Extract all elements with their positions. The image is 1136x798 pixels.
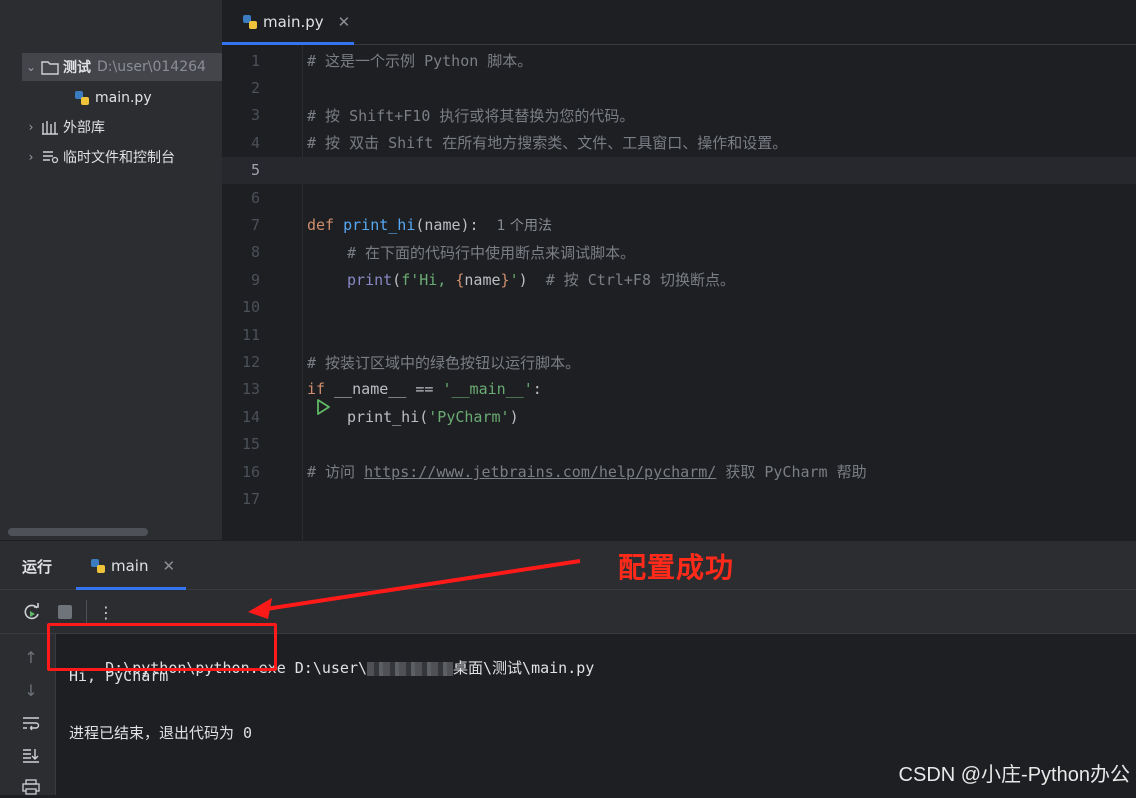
code-text: if __name__ == '__main__': [307, 380, 542, 399]
close-icon[interactable]: ✕ [338, 13, 351, 31]
tree-external-libs-label: 外部库 [63, 120, 105, 136]
tree-file-label: main.py [95, 90, 152, 106]
scroll-to-end-icon[interactable] [20, 744, 42, 766]
code-text: # 按 Shift+F10 执行或将其替换为您的代码。 [307, 106, 635, 125]
scratches-icon [40, 148, 60, 166]
line-number: 7 [250, 216, 260, 235]
code-line[interactable]: 10 [222, 294, 1136, 321]
line-number: 11 [241, 325, 260, 344]
tree-item-root[interactable]: ⌄ 测试 D:\user\014264 [22, 53, 222, 81]
run-tab-label: main [111, 556, 149, 575]
code-line[interactable]: 16 # 访问 https://www.jetbrains.com/help/p… [222, 458, 1136, 485]
tree-item-scratches[interactable]: › 临时文件和控制台 [22, 143, 175, 171]
code-line[interactable]: 13 if __name__ == '__main__': [222, 376, 1136, 416]
code-line[interactable]: 6 [222, 184, 1136, 211]
code-line[interactable]: 8 # 在下面的代码行中使用断点来调试脚本。 [222, 239, 1136, 266]
line-number: 3 [250, 106, 260, 125]
code-text: # 访问 https://www.jetbrains.com/help/pych… [307, 463, 867, 482]
python-file-icon [72, 89, 92, 107]
line-number: 12 [241, 353, 260, 372]
code-line[interactable]: 1 # 这是一个示例 Python 脚本。 [222, 47, 1136, 74]
code-line[interactable]: 14 print_hi('PyCharm') [222, 403, 1136, 430]
code-line[interactable]: 17 [222, 485, 1136, 512]
help-link[interactable]: https://www.jetbrains.com/help/pycharm/ [364, 463, 716, 481]
toolbar-divider [86, 600, 87, 624]
close-icon[interactable]: ✕ [162, 557, 175, 575]
usage-hint[interactable]: 1 个用法 [497, 218, 552, 234]
blurred-username [367, 661, 454, 676]
line-number: 14 [241, 407, 260, 426]
code-editor[interactable]: 1 # 这是一个示例 Python 脚本。 2 3 # 按 Shift+F10 … [222, 45, 1136, 540]
project-panel: ⌄ 测试 D:\user\014264 main.py › 外部库 › 临时文件… [0, 0, 222, 540]
annotation-label: 配置成功 [618, 551, 735, 584]
tree-root-label: 测试 [63, 60, 91, 76]
watermark: CSDN @小庄-Python办公 [898, 764, 1130, 786]
line-number: 15 [241, 435, 260, 454]
stop-icon[interactable] [55, 602, 75, 622]
library-icon [40, 118, 60, 136]
current-code-line[interactable]: 5 [222, 156, 1136, 184]
tree-item-main-py[interactable]: main.py [72, 84, 152, 112]
more-options-icon[interactable]: ⋮ [96, 602, 116, 622]
line-number: 2 [250, 79, 260, 98]
python-file-icon [88, 557, 108, 575]
code-text: print(f'Hi, {name}') # 按 Ctrl+F8 切换断点。 [347, 271, 736, 290]
code-line[interactable]: 9 print(f'Hi, {name}') # 按 Ctrl+F8 切换断点。 [222, 266, 1136, 293]
code-line[interactable]: 3 # 按 Shift+F10 执行或将其替换为您的代码。 [222, 102, 1136, 129]
line-number: 1 [250, 51, 260, 70]
line-number: 16 [241, 462, 260, 481]
tree-item-external-libs[interactable]: › 外部库 [22, 113, 105, 141]
code-text: # 按装订区域中的绿色按钮以运行脚本。 [307, 353, 581, 372]
code-text: # 在下面的代码行中使用断点来调试脚本。 [347, 243, 636, 262]
tab-main-py[interactable]: main.py ✕ [222, 0, 354, 45]
run-panel-header: 运行 main ✕ [0, 540, 1136, 590]
code-line[interactable]: 12 # 按装订区域中的绿色按钮以运行脚本。 [222, 348, 1136, 375]
chevron-down-icon[interactable]: ⌄ [22, 60, 40, 74]
code-text: # 按 双击 Shift 在所有地方搜索类、文件、工具窗口、操作和设置。 [307, 134, 788, 153]
horizontal-scrollbar[interactable] [8, 528, 148, 536]
line-number: 13 [241, 380, 260, 399]
arrow-down-icon[interactable]: ↓ [20, 679, 42, 701]
line-number: 8 [250, 243, 260, 262]
code-text: print_hi('PyCharm') [347, 407, 519, 426]
line-number: 5 [250, 161, 260, 180]
annotation-highlight-box [47, 623, 277, 671]
soft-wrap-icon[interactable] [20, 712, 42, 734]
tree-scratches-label: 临时文件和控制台 [63, 150, 175, 166]
code-line[interactable]: 11 [222, 321, 1136, 348]
code-text: def print_hi(name): 1 个用法 [307, 216, 553, 235]
arrow-up-icon[interactable]: ↑ [20, 646, 42, 668]
console-exit-line: 进程已结束，退出代码为 0 [69, 724, 253, 742]
chevron-right-icon[interactable]: › [22, 120, 40, 134]
code-line[interactable]: 2 [222, 74, 1136, 101]
code-line[interactable]: 7 def print_hi(name): 1 个用法 [222, 211, 1136, 238]
editor-tab-bar: main.py ✕ [222, 0, 1136, 45]
code-line[interactable]: 4 # 按 双击 Shift 在所有地方搜索类、文件、工具窗口、操作和设置。 [222, 129, 1136, 156]
python-file-icon [240, 13, 260, 31]
chevron-right-icon[interactable]: › [22, 150, 40, 164]
run-tab-main[interactable]: main ✕ [76, 541, 186, 590]
line-number: 10 [241, 298, 260, 317]
line-number: 4 [250, 133, 260, 152]
line-number: 9 [250, 270, 260, 289]
line-number: 6 [250, 188, 260, 207]
tab-label: main.py [263, 13, 324, 31]
rerun-icon[interactable] [22, 602, 42, 622]
code-line[interactable]: 15 [222, 431, 1136, 458]
folder-icon [40, 58, 60, 76]
tree-root-path: D:\user\014264 [97, 59, 206, 75]
run-gutter-icon[interactable] [260, 380, 331, 416]
code-text: # 这是一个示例 Python 脚本。 [307, 52, 533, 71]
line-number: 17 [241, 490, 260, 509]
run-panel-title: 运行 [22, 558, 53, 576]
